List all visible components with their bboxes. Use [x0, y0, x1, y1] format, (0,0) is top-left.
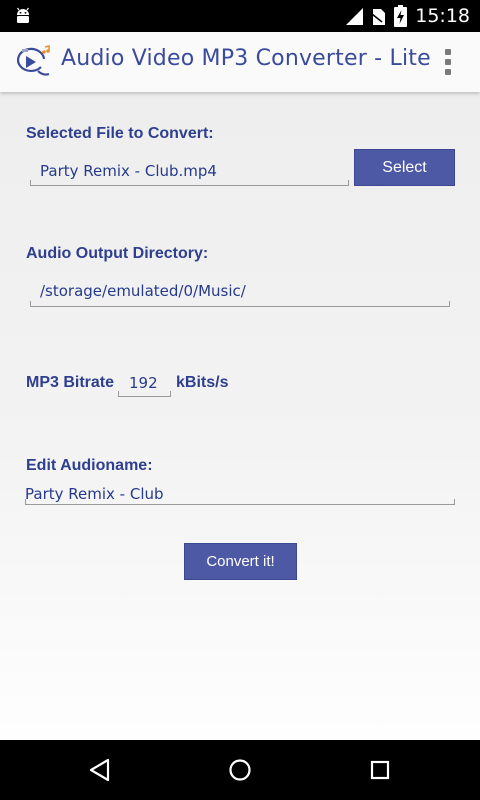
bitrate-underline [118, 391, 171, 397]
output-dir-label: Audio Output Directory: [26, 245, 209, 262]
audioname-label: Edit Audioname: [26, 457, 153, 474]
menu-dot [445, 49, 451, 55]
android-icon [17, 7, 29, 23]
overflow-menu-icon[interactable] [442, 46, 454, 78]
back-icon [89, 758, 110, 782]
bitrate-label: MP3 Bitrate [26, 374, 115, 391]
app-logo-icon [16, 45, 50, 76]
status-bar: 15:18 [0, 0, 480, 32]
back-button[interactable] [60, 740, 140, 800]
home-button[interactable] [200, 740, 280, 800]
output-dir-underline [30, 301, 450, 307]
bitrate-unit: kBits/s [176, 374, 229, 391]
app-title: Audio Video MP3 Converter - Lite [61, 46, 431, 71]
output-dir-field[interactable]: /storage/emulated/0/Music/ [40, 282, 246, 300]
convert-button[interactable]: Convert it! [184, 543, 297, 580]
recents-button[interactable] [340, 740, 420, 800]
battery-charging-icon [394, 5, 408, 27]
home-icon [229, 759, 251, 781]
app-bar: Audio Video MP3 Converter - Lite [0, 32, 480, 92]
selected-file-field[interactable]: Party Remix - Club.mp4 [40, 162, 217, 180]
no-sim-icon [372, 9, 386, 25]
recents-icon [370, 760, 390, 780]
audioname-underline [25, 499, 455, 505]
menu-dot [445, 59, 451, 65]
bitrate-input[interactable]: 192 [129, 374, 158, 392]
signal-icon [346, 8, 364, 25]
selected-file-label: Selected File to Convert: [26, 125, 214, 142]
nav-bar [0, 740, 480, 800]
select-button[interactable]: Select [354, 149, 455, 186]
content-area: Selected File to Convert: Party Remix - … [0, 92, 480, 740]
menu-dot [445, 69, 451, 75]
status-time: 15:18 [415, 5, 470, 27]
selected-file-underline [30, 180, 349, 186]
